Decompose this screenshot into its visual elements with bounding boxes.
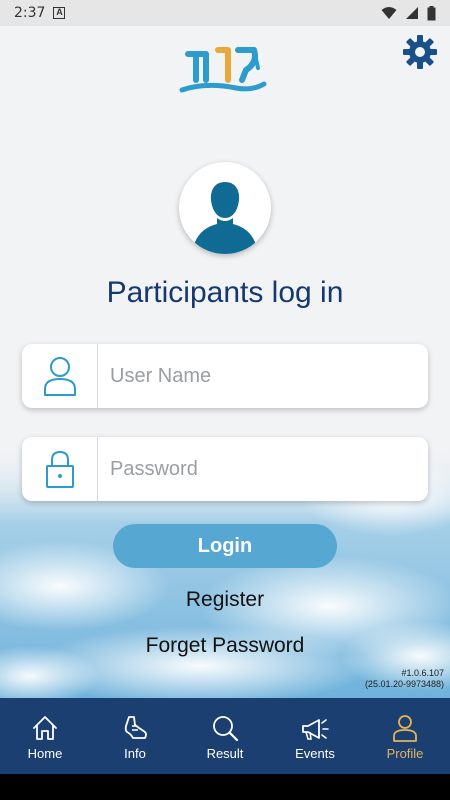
login-screen: Participants log in Login Register Forge… bbox=[0, 26, 450, 698]
battery-icon bbox=[427, 5, 436, 20]
megaphone-icon bbox=[302, 719, 329, 740]
status-bar: 2:37 A bbox=[0, 0, 450, 26]
signal-icon bbox=[406, 7, 418, 19]
password-input[interactable] bbox=[98, 437, 428, 501]
nav-result[interactable]: Result bbox=[180, 698, 270, 774]
register-link[interactable]: Register bbox=[0, 588, 450, 612]
username-input[interactable] bbox=[98, 344, 428, 408]
notification-badge: A bbox=[53, 7, 66, 19]
nav-events[interactable]: Events bbox=[270, 698, 360, 774]
bottom-nav: Home Info Result Events Profile bbox=[0, 698, 450, 774]
page-title: Participants log in bbox=[106, 276, 344, 309]
version-number: #1.0.6.107 bbox=[401, 668, 444, 678]
nav-profile[interactable]: Profile bbox=[360, 698, 450, 774]
password-field bbox=[22, 437, 428, 501]
login-button[interactable]: Login bbox=[113, 524, 337, 568]
profile-icon bbox=[393, 715, 417, 742]
gear-icon[interactable] bbox=[400, 32, 440, 72]
wifi-icon bbox=[381, 7, 397, 19]
version-info: #1.0.6.107 (25.01.20-9973488) bbox=[365, 668, 444, 690]
user-silhouette-icon bbox=[195, 182, 255, 254]
lock-icon bbox=[45, 450, 74, 488]
version-build: (25.01.20-9973488) bbox=[364, 679, 444, 689]
nav-profile-label: Profile bbox=[386, 746, 424, 761]
nav-home-label: Home bbox=[27, 746, 63, 761]
search-icon bbox=[213, 716, 239, 742]
nav-home[interactable]: Home bbox=[0, 698, 90, 774]
nav-events-label: Events bbox=[295, 746, 335, 761]
password-icon-box bbox=[22, 437, 98, 501]
running-shoe-icon bbox=[124, 716, 147, 739]
avatar[interactable] bbox=[179, 162, 271, 254]
nav-result-label: Result bbox=[206, 746, 244, 761]
app-logo bbox=[179, 47, 267, 93]
user-icon bbox=[43, 357, 76, 396]
home-icon bbox=[33, 716, 57, 740]
system-navigation-bar bbox=[0, 774, 450, 800]
forget-password-link[interactable]: Forget Password bbox=[0, 634, 450, 658]
status-icons bbox=[381, 5, 436, 21]
nav-info[interactable]: Info bbox=[90, 698, 180, 774]
nav-info-label: Info bbox=[124, 746, 146, 761]
username-field bbox=[22, 344, 428, 408]
username-icon-box bbox=[22, 344, 98, 408]
status-time: 2:37 bbox=[14, 5, 46, 21]
